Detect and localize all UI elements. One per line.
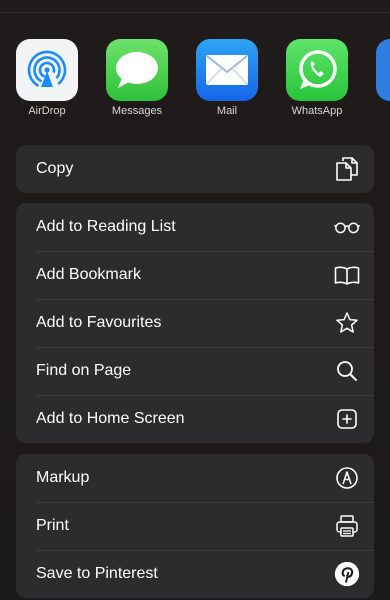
action-find-on-page[interactable]: Find on Page bbox=[16, 347, 374, 395]
plus-square-icon bbox=[334, 406, 360, 432]
markup-pen-icon bbox=[334, 465, 360, 491]
app-label-airdrop: AirDrop bbox=[28, 105, 66, 117]
app-partial-icon bbox=[376, 39, 390, 101]
share-apps-row: AirDrop Messages Mail WhatsApp bbox=[16, 39, 390, 119]
pinterest-icon bbox=[334, 561, 360, 587]
mail-icon bbox=[196, 39, 258, 101]
airdrop-icon bbox=[16, 39, 78, 101]
search-icon bbox=[334, 358, 360, 384]
star-icon bbox=[334, 310, 360, 336]
action-find-label: Find on Page bbox=[36, 362, 132, 379]
action-favourites-label: Add to Favourites bbox=[36, 314, 162, 331]
book-icon bbox=[334, 262, 360, 288]
share-app-whatsapp[interactable]: WhatsApp bbox=[286, 39, 348, 119]
copy-icon bbox=[334, 156, 360, 182]
share-app-messages[interactable]: Messages bbox=[106, 39, 168, 119]
action-add-to-favourites[interactable]: Add to Favourites bbox=[16, 299, 374, 347]
share-app-mail[interactable]: Mail bbox=[196, 39, 258, 119]
action-group-more: Markup Print Save to Pinterest bbox=[16, 454, 374, 598]
action-print-label: Print bbox=[36, 517, 69, 534]
app-label-whatsapp: WhatsApp bbox=[291, 105, 343, 117]
action-add-to-home-screen[interactable]: Add to Home Screen bbox=[16, 395, 374, 443]
action-bookmark-label: Add Bookmark bbox=[36, 266, 141, 283]
app-label-mail: Mail bbox=[216, 105, 238, 117]
action-group-copy: Copy bbox=[16, 145, 374, 193]
action-add-bookmark[interactable]: Add Bookmark bbox=[16, 251, 374, 299]
action-group-browser: Add to Reading List Add Bookmark Add to … bbox=[16, 203, 374, 443]
whatsapp-icon bbox=[286, 39, 348, 101]
action-markup[interactable]: Markup bbox=[16, 454, 374, 502]
action-reading-list-label: Add to Reading List bbox=[36, 218, 176, 235]
printer-icon bbox=[334, 513, 360, 539]
action-markup-label: Markup bbox=[36, 469, 90, 486]
messages-icon bbox=[106, 39, 168, 101]
action-add-to-reading-list[interactable]: Add to Reading List bbox=[16, 203, 374, 251]
action-pinterest-label: Save to Pinterest bbox=[36, 565, 158, 582]
action-copy-label: Copy bbox=[36, 160, 74, 177]
glasses-icon bbox=[334, 214, 360, 240]
app-label-messages: Messages bbox=[111, 105, 163, 117]
action-copy[interactable]: Copy bbox=[16, 145, 374, 193]
action-print[interactable]: Print bbox=[16, 502, 374, 550]
share-app-partial[interactable] bbox=[376, 39, 390, 119]
action-home-screen-label: Add to Home Screen bbox=[36, 410, 185, 427]
share-app-airdrop[interactable]: AirDrop bbox=[16, 39, 78, 119]
action-save-to-pinterest[interactable]: Save to Pinterest bbox=[16, 550, 374, 598]
sheet-top-divider bbox=[0, 12, 390, 13]
